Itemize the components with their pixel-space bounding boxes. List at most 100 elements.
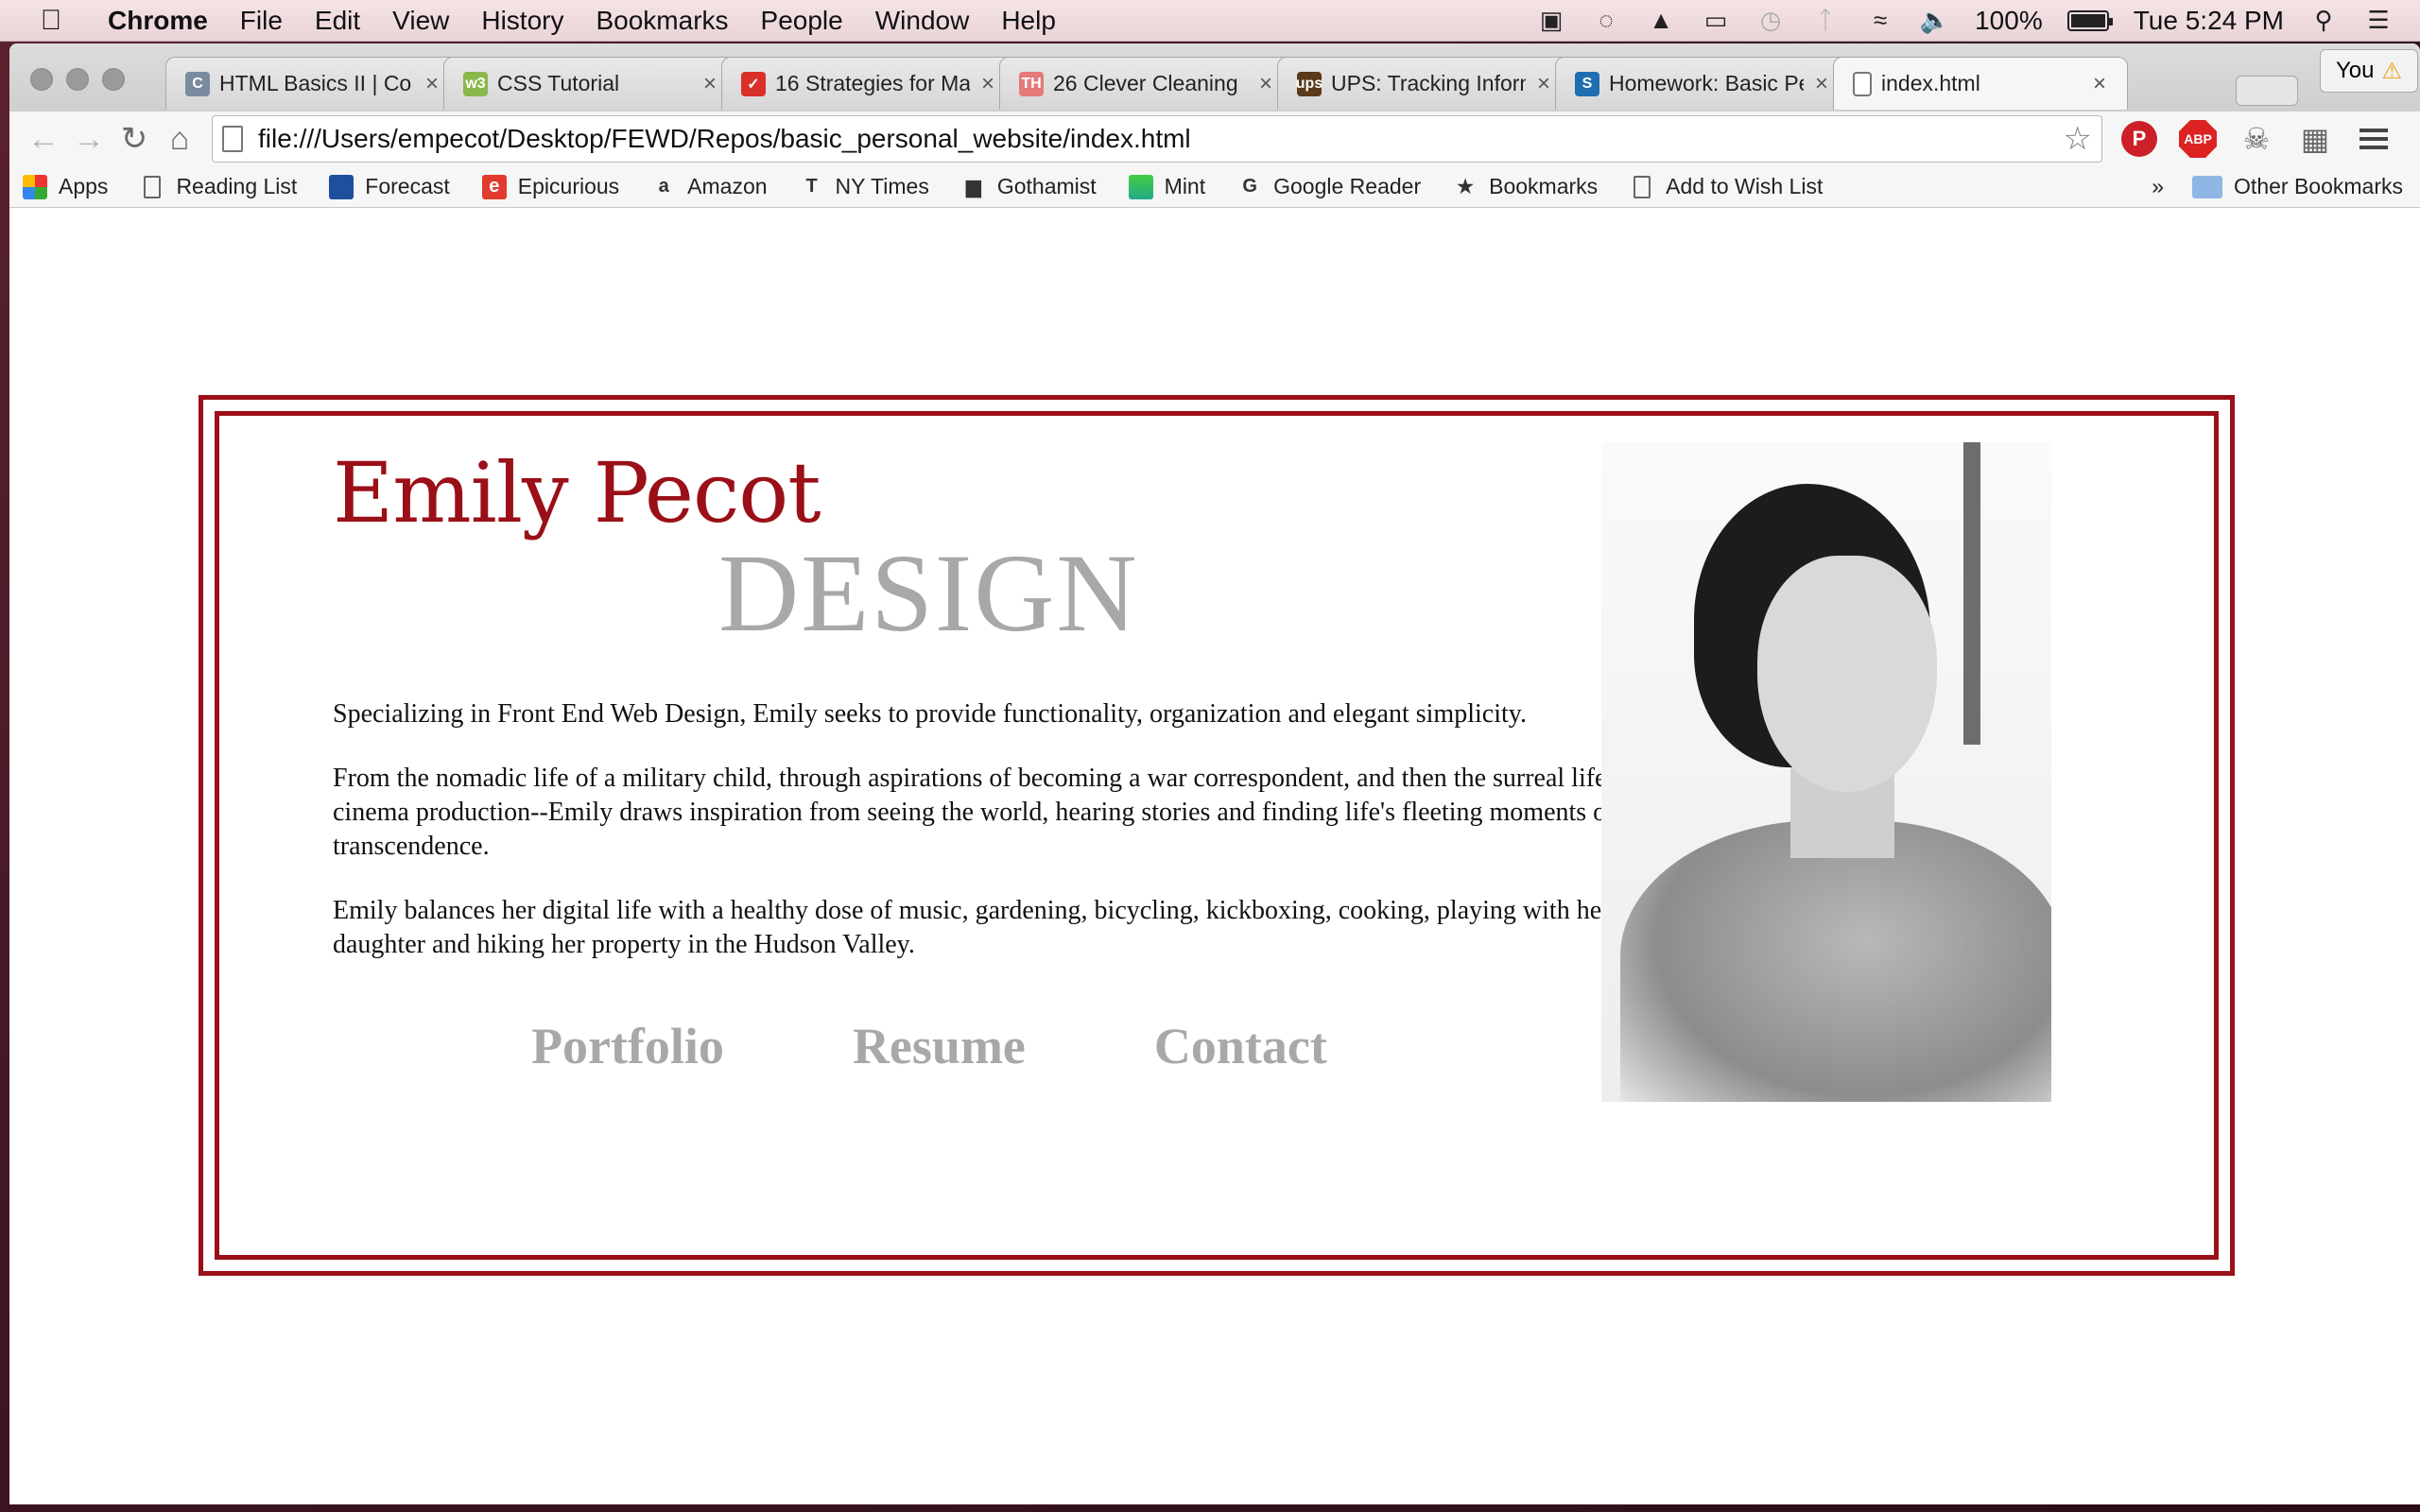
home-button[interactable]: ⌂: [157, 116, 202, 162]
bookmark-label: Reading List: [176, 174, 298, 198]
tab-close-icon[interactable]: ×: [1255, 71, 1276, 97]
menu-help[interactable]: Help: [1001, 6, 1056, 36]
google-icon: G: [1242, 176, 1257, 197]
browser-tab[interactable]: index.html ×: [1833, 57, 2128, 110]
browser-tab[interactable]: TH 26 Clever Cleaning ×: [999, 57, 1294, 110]
menu-people[interactable]: People: [761, 6, 843, 36]
menu-app-chrome[interactable]: Chrome: [108, 6, 208, 36]
adblock-extension[interactable]: ABP: [2176, 117, 2220, 161]
bookmarks-bar: Apps Reading List Forecast e Epicurious a Amaz…: [9, 166, 2420, 208]
ghost-icon: ☠: [2242, 122, 2271, 156]
apple-menu-icon[interactable]: : [25, 5, 78, 37]
bookmark-item[interactable]: Apps: [23, 174, 108, 199]
tab-favicon-icon: ✓: [741, 71, 766, 96]
reload-button[interactable]: ↻: [112, 116, 157, 162]
browser-tab[interactable]: w3 CSS Tutorial ×: [443, 57, 738, 110]
bookmark-item[interactable]: Add to Wish List: [1630, 174, 1823, 199]
bio-paragraph: Specializing in Front End Web Design, Em…: [333, 699, 1527, 729]
tab-close-icon[interactable]: ×: [1533, 71, 1554, 97]
battery-percent: 100%: [1975, 5, 2043, 35]
browser-tab[interactable]: ✓ 16 Strategies for Ma ×: [721, 57, 1016, 110]
bio-section: Specializing in Front End Web Design, Em…: [333, 697, 1637, 992]
folder-icon: [2192, 175, 2223, 198]
amazon-icon: a: [658, 176, 669, 197]
bookmark-item[interactable]: T NY Times: [800, 174, 928, 199]
google-drive-icon[interactable]: ▲: [1646, 6, 1676, 35]
site-frame-inner: Emily Pecot DESIGN Specializing in Front…: [215, 411, 2219, 1260]
new-tab-button[interactable]: [2236, 76, 2298, 106]
volume-icon[interactable]: 🔈: [1920, 6, 1950, 35]
pinterest-extension[interactable]: P: [2118, 117, 2161, 161]
time-machine-icon[interactable]: ◷: [1755, 6, 1786, 35]
tab-close-icon[interactable]: ×: [2089, 71, 2110, 97]
tab-title: UPS: Tracking Inform: [1331, 71, 1526, 95]
menu-window[interactable]: Window: [875, 6, 970, 36]
zoom-window-button[interactable]: [102, 68, 125, 91]
document-icon: [140, 175, 164, 199]
bookmarks-overflow-button[interactable]: »: [2152, 174, 2164, 199]
epicurious-icon: e: [481, 174, 507, 199]
site-frame: Emily Pecot DESIGN Specializing in Front…: [199, 395, 2235, 1276]
sync-icon[interactable]: ◌: [1591, 6, 1621, 35]
browser-tab[interactable]: C HTML Basics II | Co ×: [165, 57, 460, 110]
extension-icon: ▦: [2300, 122, 2330, 156]
tab-close-icon[interactable]: ×: [977, 71, 998, 97]
nav-portfolio-link[interactable]: Portfolio: [531, 1017, 724, 1075]
url-text[interactable]: file:///Users/empecot/Desktop/FEWD/Repos…: [258, 124, 2064, 154]
nav-contact-link[interactable]: Contact: [1154, 1017, 1327, 1075]
bookmark-item[interactable]: Reading List: [140, 174, 297, 199]
bookmark-item[interactable]: Forecast: [329, 174, 450, 199]
bookmarks-bar-right: » Other Bookmarks: [2152, 174, 2403, 199]
battery-icon[interactable]: [2066, 9, 2113, 31]
close-window-button[interactable]: [30, 68, 53, 91]
wifi-icon[interactable]: ≈: [1865, 6, 1895, 35]
weather-icon: [329, 174, 354, 199]
profile-button[interactable]: You ⚠: [2320, 49, 2418, 93]
bookmark-item[interactable]: ★ Bookmarks: [1453, 174, 1598, 199]
other-bookmarks[interactable]: Other Bookmarks: [2192, 174, 2403, 199]
chrome-window: C HTML Basics II | Co × w3 CSS Tutorial × ✓ 16 …: [9, 43, 2420, 1504]
page-icon: [222, 126, 243, 152]
site-tagline: DESIGN: [718, 531, 1139, 655]
bookmark-item[interactable]: ▆ Gothamist: [961, 174, 1097, 199]
airplay-icon[interactable]: ▭: [1701, 6, 1731, 35]
bookmark-item[interactable]: e Epicurious: [481, 174, 619, 199]
macos-menubar:  Chrome File Edit View History Bookmark…: [0, 0, 2420, 42]
bookmark-label: Apps: [59, 174, 109, 198]
back-button[interactable]: ←: [21, 116, 66, 162]
bookmark-star-icon[interactable]: ☆: [2064, 120, 2092, 158]
address-bar[interactable]: file:///Users/empecot/Desktop/FEWD/Repos…: [212, 115, 2102, 163]
bluetooth-icon[interactable]: ᛏ: [1810, 6, 1841, 35]
tab-close-icon[interactable]: ×: [700, 71, 720, 97]
minimize-window-button[interactable]: [66, 68, 89, 91]
bookmark-label: Add to Wish List: [1666, 174, 1824, 198]
tab-close-icon[interactable]: ×: [422, 71, 442, 97]
notification-center-icon[interactable]: ☰: [2363, 6, 2394, 35]
browser-tab[interactable]: ups UPS: Tracking Inform ×: [1277, 57, 1572, 110]
menu-file[interactable]: File: [240, 6, 283, 36]
browser-tab[interactable]: S Homework: Basic Pe ×: [1555, 57, 1850, 110]
tab-title: HTML Basics II | Co: [219, 71, 412, 95]
menu-history[interactable]: History: [481, 6, 563, 36]
tab-close-icon[interactable]: ×: [1811, 71, 1832, 97]
nav-resume-link[interactable]: Resume: [853, 1017, 1026, 1075]
menu-bookmarks[interactable]: Bookmarks: [596, 6, 728, 36]
bookmark-label: Bookmarks: [1489, 174, 1599, 198]
tabs: C HTML Basics II | Co × w3 CSS Tutorial × ✓ 16 …: [165, 57, 2128, 112]
menu-edit[interactable]: Edit: [315, 6, 360, 36]
mint-icon: [1128, 174, 1153, 199]
bookmark-item[interactable]: a Amazon: [651, 174, 768, 199]
menubar-clock[interactable]: Tue 5:24 PM: [2134, 6, 2284, 36]
bookmark-label: Mint: [1164, 174, 1206, 198]
spotlight-search-icon[interactable]: ⚲: [2308, 6, 2339, 35]
bookmark-label: Forecast: [365, 174, 450, 198]
menubar-tray: ▣ ◌ ▲ ▭ ◷ ᛏ ≈ 🔈 100% Tue 5:24 PM ⚲ ☰: [1536, 6, 2394, 36]
audio-extension-icon[interactable]: ▣: [1536, 6, 1566, 35]
bookmark-item[interactable]: G Google Reader: [1237, 174, 1421, 199]
bookmark-item[interactable]: Mint: [1128, 174, 1206, 199]
menu-view[interactable]: View: [392, 6, 449, 36]
extension-button[interactable]: ▦: [2293, 117, 2337, 161]
chrome-menu-button[interactable]: [2352, 117, 2395, 161]
forward-button[interactable]: →: [66, 116, 112, 162]
ghostery-extension[interactable]: ☠: [2235, 117, 2278, 161]
